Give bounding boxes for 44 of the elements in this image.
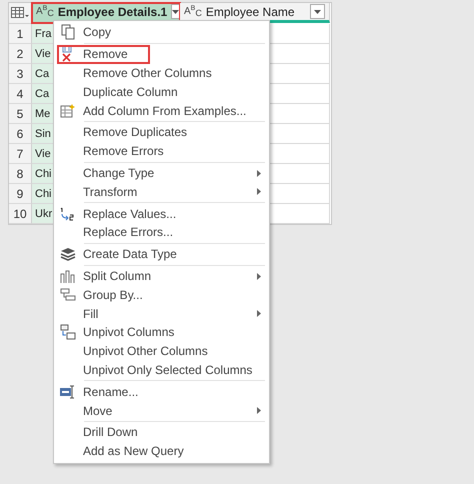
menu-item[interactable]: Group By... bbox=[57, 285, 145, 304]
menu-item[interactable]: Replace Errors... bbox=[57, 222, 176, 242]
menu-item[interactable]: Create Data Type bbox=[57, 244, 179, 264]
row-number: 10 bbox=[9, 204, 32, 224]
row-number: 4 bbox=[9, 84, 32, 104]
caret-icon bbox=[314, 10, 321, 14]
copy-icon bbox=[59, 24, 77, 40]
menu-item[interactable]: Move bbox=[57, 401, 114, 420]
row-number: 7 bbox=[9, 144, 32, 164]
menu-item[interactable]: Unpivot Other Columns bbox=[57, 342, 210, 361]
column-name: Employee Details.1 bbox=[58, 4, 168, 18]
menu-item[interactable]: Unpivot Only Selected Columns bbox=[57, 360, 254, 380]
row-number: 5 bbox=[9, 104, 32, 124]
row-number: 2 bbox=[9, 44, 32, 64]
unpivot-icon bbox=[59, 324, 77, 340]
split-column-icon bbox=[59, 268, 77, 284]
menu-item[interactable]: Transform bbox=[57, 182, 140, 202]
menu-item[interactable]: Duplicate Column bbox=[57, 82, 180, 102]
menu-item[interactable]: Fill bbox=[57, 304, 100, 323]
row-number: 6 bbox=[9, 124, 32, 144]
table-sparkle-icon bbox=[59, 102, 77, 119]
menu-item[interactable]: Replace Values... bbox=[57, 204, 178, 223]
table-menu-button[interactable] bbox=[9, 3, 32, 24]
filter-dropdown-button[interactable] bbox=[310, 4, 325, 19]
table-icon bbox=[11, 7, 29, 19]
menu-item[interactable]: Split Column bbox=[57, 266, 154, 286]
row-number: 8 bbox=[9, 164, 32, 184]
menu-item[interactable]: Drill Down bbox=[57, 422, 140, 442]
row-number: 9 bbox=[9, 184, 32, 204]
menu-item[interactable]: Rename... bbox=[57, 382, 140, 402]
menu-item[interactable]: Unpivot Columns bbox=[57, 322, 176, 342]
group-icon bbox=[59, 286, 77, 303]
menu-item[interactable]: Remove bbox=[57, 44, 150, 64]
menu-item[interactable]: Copy bbox=[57, 23, 114, 42]
rename-icon bbox=[59, 384, 77, 400]
menu-item[interactable]: Add as New Query bbox=[57, 442, 186, 461]
caret-icon bbox=[172, 10, 180, 14]
column-name: Employee Name bbox=[206, 4, 296, 18]
layers-icon bbox=[59, 246, 77, 262]
menu-item[interactable]: Change Type bbox=[57, 164, 156, 182]
menu-item[interactable]: Remove Errors bbox=[57, 142, 166, 161]
row-number: 1 bbox=[9, 24, 32, 44]
filter-dropdown-button[interactable] bbox=[171, 4, 180, 19]
row-number: 3 bbox=[9, 64, 32, 84]
